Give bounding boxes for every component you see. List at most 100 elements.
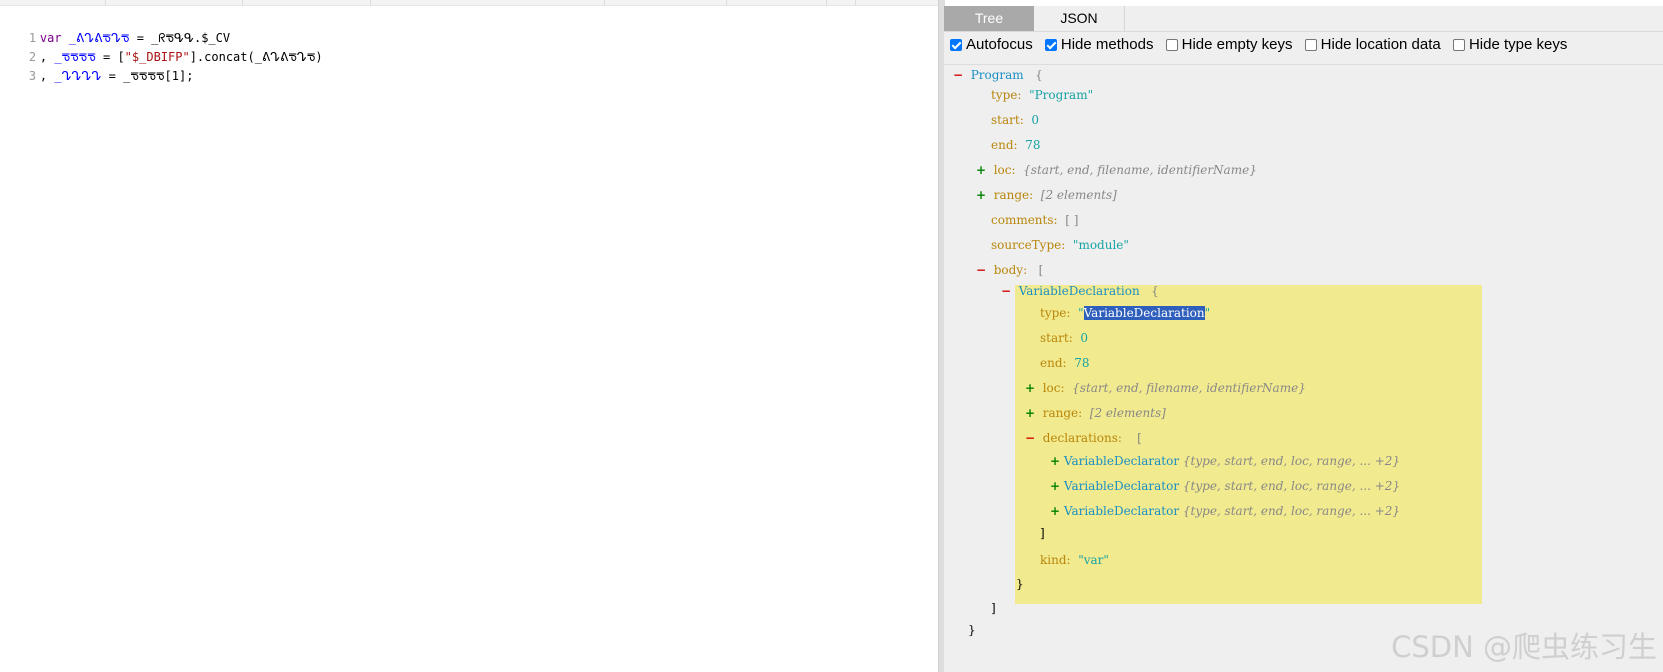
tree-property: end: 78	[1040, 353, 1089, 373]
hide-location-data-option[interactable]: Hide location data	[1304, 36, 1441, 53]
code-line[interactable]: 3, _ᖊᖊᖊᖊ = _ᖛᖛᖛᖛ[1];	[0, 48, 194, 83]
node-summary: {type, start, end, loc, range, ... +2}	[1182, 479, 1401, 493]
tree-property: start: 0	[991, 110, 1039, 130]
tree-property-loc[interactable]: + loc: {start, end, filename, identifier…	[1025, 378, 1306, 398]
tree-options: Autofocus Hide methods Hide empty keys H…	[950, 36, 1575, 62]
node-type-name: VariableDeclaration	[1018, 284, 1140, 298]
toolbar-divider	[826, 0, 827, 5]
close-bracket: ]	[991, 601, 996, 615]
tree-property: start: 0	[1040, 328, 1088, 348]
autofocus-option[interactable]: Autofocus	[950, 36, 1033, 53]
toolbar-divider	[105, 0, 106, 5]
close-brace: }	[968, 623, 976, 637]
tree-property-declarations[interactable]: − declarations: [	[1025, 428, 1142, 448]
code-identifier: _ᖊᖊᖊᖊ	[54, 69, 102, 83]
tree-property-loc[interactable]: + loc: {start, end, filename, identifier…	[976, 160, 1257, 180]
options-divider	[944, 64, 1663, 65]
code-line[interactable]: 1 var _ᕕᖊᕕᖛᖊᖛ = _ᖇᖛᕴᕴ.$_CV	[0, 10, 230, 45]
tab-json[interactable]: JSON	[1034, 6, 1125, 31]
collapse-icon[interactable]: −	[1025, 431, 1035, 445]
code-text: = _ᖛᖛᖛᖛ[1];	[101, 69, 194, 83]
tree-property: comments: [ ]	[991, 210, 1078, 230]
code-text: ].concat(_ᕕᖊᕕᖛᖊᖛ)	[189, 50, 323, 64]
property-summary: {start, end, filename, identifierName}	[1023, 163, 1257, 177]
option-label: Hide type keys	[1468, 36, 1568, 53]
tree-property: sourceType: "module"	[991, 235, 1129, 255]
option-label: Hide empty keys	[1181, 36, 1293, 53]
toolbar-divider	[855, 0, 856, 5]
checkbox-checked[interactable]	[1044, 38, 1057, 51]
node-type-name: VariableDeclarator	[1063, 479, 1180, 493]
property-summary: [2 elements]	[1089, 406, 1166, 420]
expand-icon[interactable]: +	[976, 163, 986, 177]
close-bracket: ]	[1040, 526, 1045, 540]
toolbar-divider	[242, 0, 243, 5]
property-value: "Program"	[1029, 88, 1094, 102]
property-key: start:	[1040, 331, 1073, 345]
selected-text: VariableDeclaration	[1083, 306, 1205, 320]
tree-property-range[interactable]: + range: [2 elements]	[976, 185, 1117, 205]
code-line[interactable]: 2, _ᖛᖛᖛᖛ = ["$_DBIFP"].concat(_ᕕᖊᕕᖛᖊᖛ)	[0, 29, 323, 64]
node-type-name: VariableDeclarator	[1063, 454, 1180, 468]
expand-icon[interactable]: +	[976, 188, 986, 202]
expand-icon[interactable]: +	[1050, 479, 1060, 493]
property-key: type:	[1040, 306, 1071, 320]
expand-icon[interactable]: +	[1050, 504, 1060, 518]
tree-node-variable-declarator[interactable]: + VariableDeclarator {type, start, end, …	[1050, 501, 1400, 521]
property-value: 78	[1074, 356, 1090, 370]
tree-node-program[interactable]: − Program {	[953, 65, 1043, 85]
property-value: [ ]	[1065, 213, 1079, 227]
property-summary: {start, end, filename, identifierName}	[1072, 381, 1306, 395]
checkbox-unchecked[interactable]	[1452, 38, 1465, 51]
tree-property: end: 78	[991, 135, 1040, 155]
tree-property: type: "Program"	[991, 85, 1093, 105]
code-editor[interactable]: 1 var _ᕕᖊᕕᖛᖊᖛ = _ᖇᖛᕴᕴ.$_CV 2, _ᖛᖛᖛᖛ = ["$…	[0, 6, 938, 672]
property-key: range:	[993, 188, 1034, 202]
node-summary: {type, start, end, loc, range, ... +2}	[1182, 504, 1401, 518]
property-key: loc:	[1042, 381, 1065, 395]
open-brace: {	[1151, 284, 1159, 298]
collapse-icon[interactable]: −	[1001, 284, 1011, 298]
option-label: Autofocus	[966, 36, 1033, 53]
property-value: 78	[1025, 138, 1041, 152]
property-key: end:	[991, 138, 1018, 152]
tree-node-variable-declarator[interactable]: + VariableDeclarator {type, start, end, …	[1050, 451, 1400, 471]
expand-icon[interactable]: +	[1025, 381, 1035, 395]
open-bracket: [	[1137, 431, 1142, 445]
output-tabs: Tree JSON	[944, 6, 1663, 32]
property-key: type:	[991, 88, 1022, 102]
toolbar-divider	[604, 0, 605, 5]
hide-type-keys-option[interactable]: Hide type keys	[1452, 36, 1568, 53]
property-key: end:	[1040, 356, 1067, 370]
tree-node-variable-declaration[interactable]: − VariableDeclaration {	[1001, 281, 1159, 301]
hide-methods-option[interactable]: Hide methods	[1044, 36, 1154, 53]
tree-node-variable-declarator[interactable]: + VariableDeclarator {type, start, end, …	[1050, 476, 1400, 496]
expand-icon[interactable]: +	[1050, 454, 1060, 468]
property-value: "module"	[1072, 238, 1129, 252]
property-value: "var"	[1078, 553, 1109, 567]
property-value: 0	[1031, 113, 1040, 127]
property-key: loc:	[993, 163, 1016, 177]
open-brace: {	[1035, 68, 1043, 82]
tree-property-range[interactable]: + range: [2 elements]	[1025, 403, 1166, 423]
property-key: start:	[991, 113, 1024, 127]
option-label: Hide methods	[1060, 36, 1154, 53]
hide-empty-keys-option[interactable]: Hide empty keys	[1165, 36, 1293, 53]
collapse-icon[interactable]: −	[953, 68, 963, 82]
tree-property-body[interactable]: − body: [	[976, 260, 1043, 280]
tab-tree[interactable]: Tree	[944, 6, 1034, 31]
property-key: range:	[1042, 406, 1083, 420]
watermark: CSDN @爬虫练习生	[1391, 630, 1657, 664]
expand-icon[interactable]: +	[1025, 406, 1035, 420]
collapse-icon[interactable]: −	[976, 263, 986, 277]
toolbar-divider	[370, 0, 371, 5]
node-type-name: VariableDeclarator	[1063, 504, 1180, 518]
property-key: body:	[993, 263, 1028, 277]
checkbox-unchecked[interactable]	[1165, 38, 1178, 51]
checkbox-checked[interactable]	[950, 38, 962, 51]
property-key: kind:	[1040, 553, 1071, 567]
checkbox-unchecked[interactable]	[1304, 38, 1317, 51]
close-brace: }	[1016, 577, 1024, 591]
property-summary: [2 elements]	[1040, 188, 1117, 202]
node-type-name: Program	[970, 68, 1024, 82]
